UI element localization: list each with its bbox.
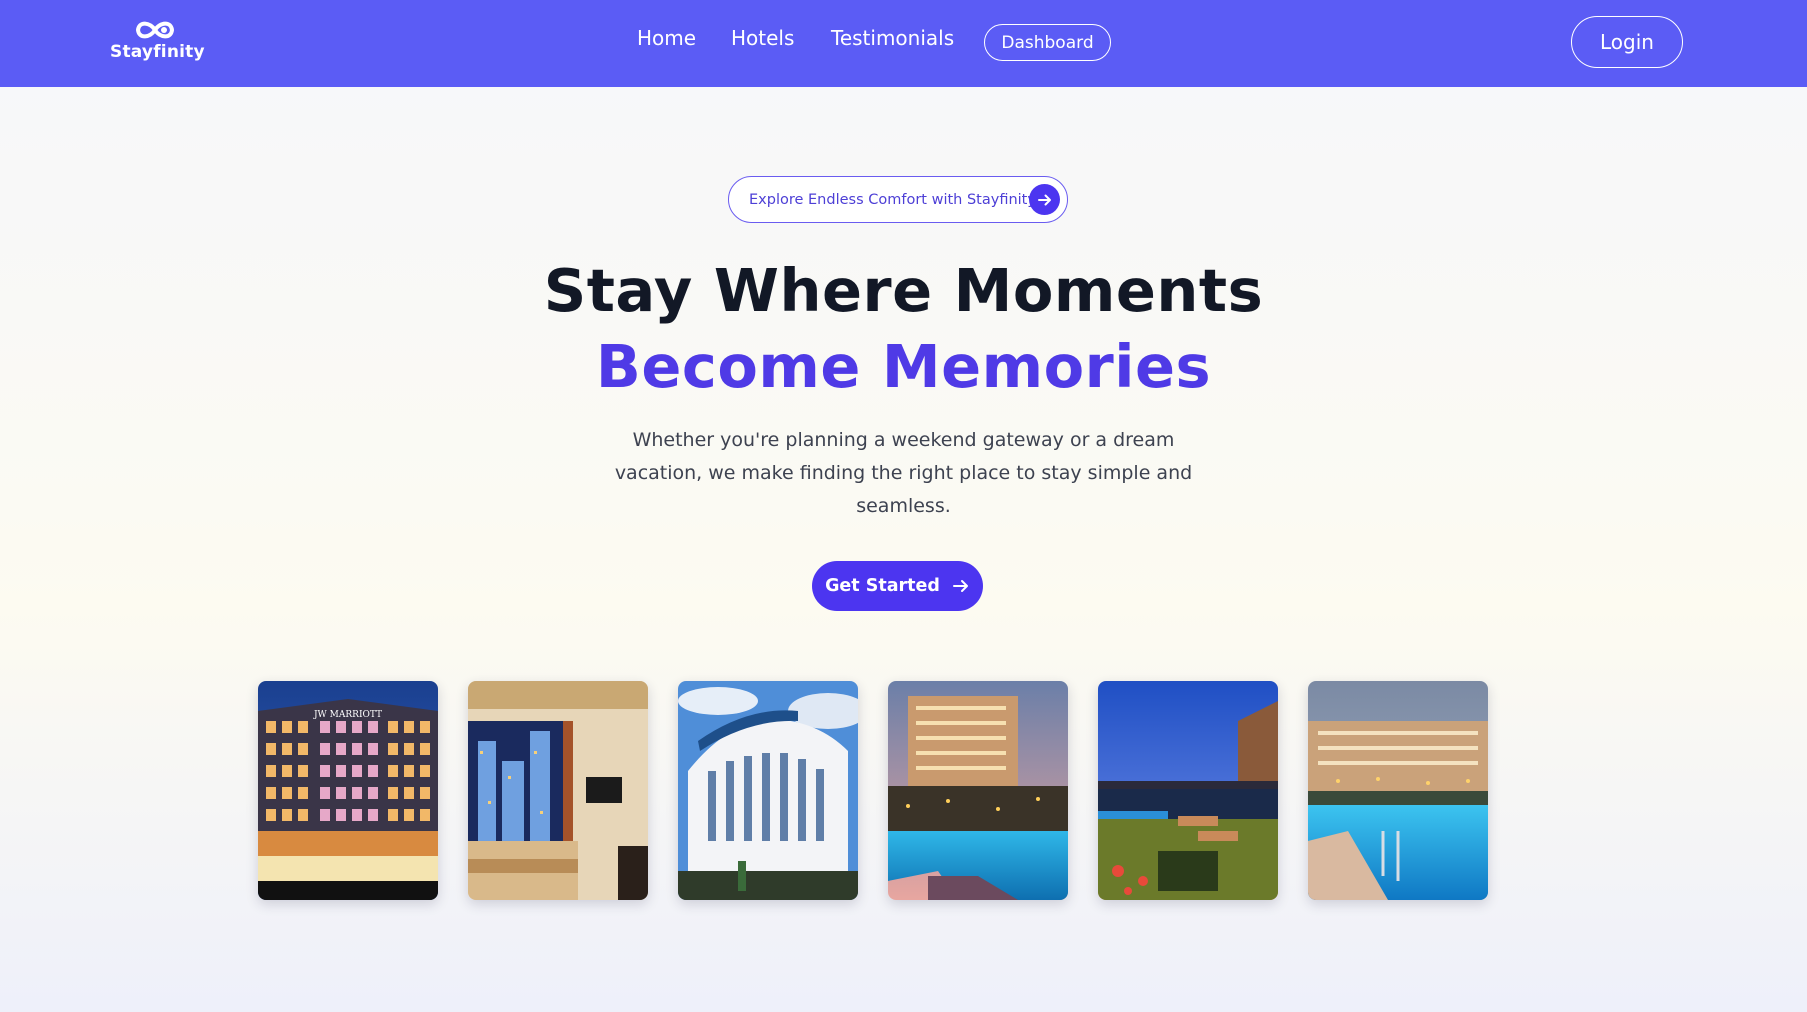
nav-hotels-link[interactable]: Hotels xyxy=(731,26,794,50)
dashboard-button[interactable]: Dashboard xyxy=(984,24,1111,61)
nav-testimonials-link[interactable]: Testimonials xyxy=(831,26,954,50)
hero-tagline-pill[interactable]: Explore Endless Comfort with Stayfinity xyxy=(728,176,1068,223)
gallery-image-hotel-facade[interactable]: JW MARRIOTT xyxy=(258,681,438,900)
top-navbar: Stayfinity Home Hotels Testimonials Dash… xyxy=(0,0,1807,87)
get-started-button[interactable]: Get Started xyxy=(812,561,983,611)
login-button[interactable]: Login xyxy=(1571,16,1683,68)
gallery-image-resort-pool-evening[interactable] xyxy=(1308,681,1488,900)
nav-home-link[interactable]: Home xyxy=(637,26,696,50)
hero-description: Whether you're planning a weekend gatewa… xyxy=(614,429,1193,517)
gallery-image-hotel-room[interactable] xyxy=(468,681,648,900)
get-started-label: Get Started xyxy=(825,576,940,596)
gallery-sign-text: JW MARRIOTT xyxy=(313,710,382,720)
brand-logo[interactable]: Stayfinity xyxy=(110,18,205,68)
arrow-right-icon xyxy=(952,580,968,592)
brand-name: Stayfinity xyxy=(110,42,205,62)
arrow-right-icon xyxy=(1029,184,1060,215)
hero-tagline-text: Explore Endless Comfort with Stayfinity xyxy=(749,191,1036,208)
gallery-image-white-hotel[interactable] xyxy=(678,681,858,900)
hero-title-line2: Become Memories xyxy=(595,332,1212,401)
hero-title-line1: Stay Where Moments xyxy=(543,256,1264,325)
infinity-icon xyxy=(135,21,175,39)
gallery-image-resort-pool[interactable] xyxy=(888,681,1068,900)
gallery-image-terrace-dusk[interactable] xyxy=(1098,681,1278,900)
